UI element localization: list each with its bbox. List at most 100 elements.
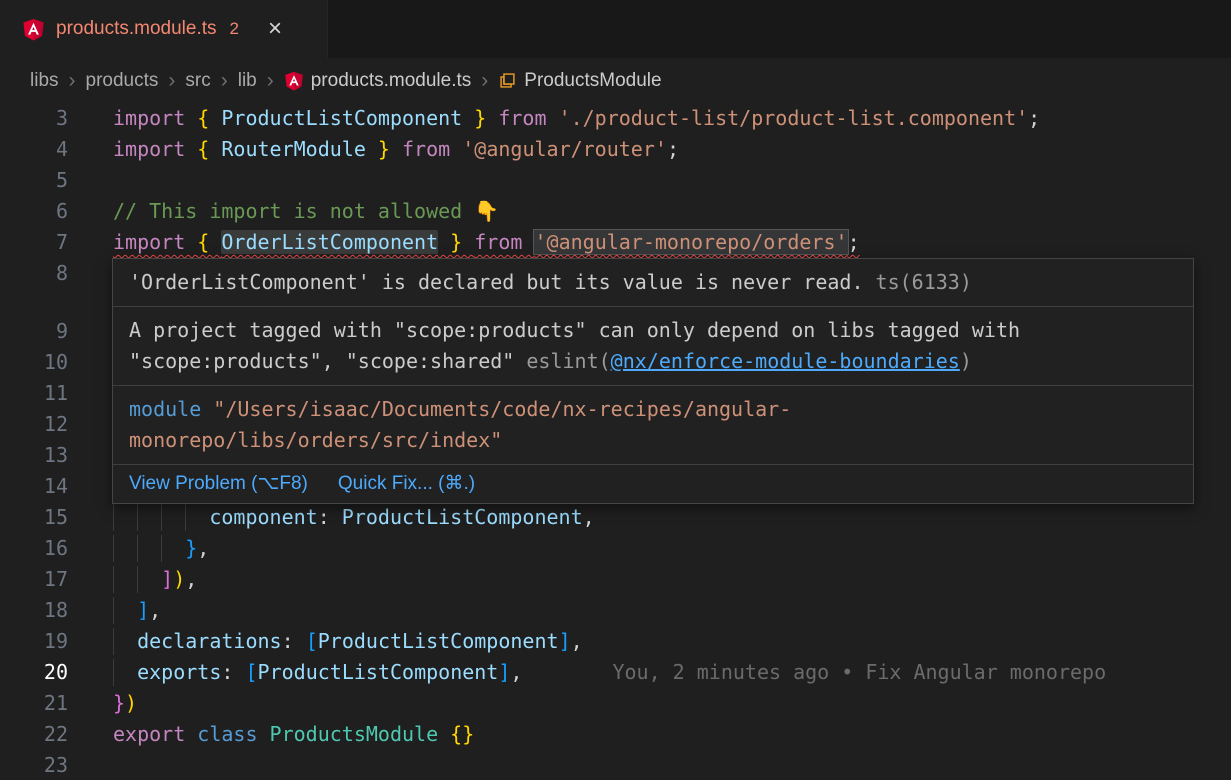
code-token: , <box>185 567 197 591</box>
code-token: declarations <box>137 629 282 653</box>
chevron-right-icon: › <box>480 69 489 93</box>
code-token: ; <box>848 230 860 254</box>
code-token: [ <box>306 629 318 653</box>
code-token: [ <box>245 660 257 684</box>
code-token: ] <box>498 660 510 684</box>
indent-guide <box>113 628 114 655</box>
hover-text: ) <box>960 349 972 373</box>
code-token: class <box>197 722 269 746</box>
line-number[interactable]: 23 <box>0 750 68 780</box>
quick-fix-action[interactable]: Quick Fix... (⌘.) <box>338 472 475 495</box>
hover-text: "/Users/isaac/Documents/code/nx-recipes/… <box>129 397 791 452</box>
code-token: , <box>149 598 161 622</box>
code-line[interactable]: ]), <box>113 564 1231 595</box>
code-token: exports <box>137 660 221 684</box>
code-token: ; <box>667 137 679 161</box>
indent-guide <box>161 504 162 531</box>
editor[interactable]: 34567 151617181920212223 8 91011121314 impo… <box>0 103 1231 780</box>
code-line[interactable]: ], <box>113 595 1231 626</box>
breadcrumb-item-lib[interactable]: lib <box>238 70 257 92</box>
code-token: } <box>185 536 197 560</box>
code-line[interactable]: component: ProductListComponent, <box>113 502 1231 533</box>
code-token: : <box>282 629 306 653</box>
close-tab-icon[interactable]: × <box>268 17 282 41</box>
code-token: ProductListComponent <box>221 106 462 130</box>
hover-section-diagnostic-eslint: A project tagged with "scope:products" c… <box>113 307 1193 386</box>
code-token: {} <box>450 722 474 746</box>
hover-text: ts(6133) <box>864 270 972 294</box>
line-number[interactable]: 20 <box>0 657 68 688</box>
line-number[interactable]: 4 <box>0 134 68 165</box>
code-line[interactable]: import { RouterModule } from '@angular/r… <box>113 134 1231 165</box>
line-number[interactable]: 13 <box>0 440 68 471</box>
hover-popup: 'OrderListComponent' is declared but its… <box>112 258 1194 504</box>
code-token: '@angular-monorepo/orders' <box>534 230 847 254</box>
code-token: '@angular/router' <box>462 137 667 161</box>
code-token: export <box>113 722 197 746</box>
code-line[interactable]: }, <box>113 533 1231 564</box>
code-token: from <box>402 137 462 161</box>
angular-icon <box>284 71 304 91</box>
eslint-rule-link[interactable]: @nx/enforce-module-boundaries <box>611 349 960 373</box>
indent-guide <box>113 504 114 531</box>
line-number[interactable]: 9 <box>0 316 68 347</box>
breadcrumb-file-label: products.module.ts <box>311 70 472 92</box>
code-line[interactable]: exports: [ProductListComponent],You, 2 m… <box>113 657 1231 688</box>
tab-products-module[interactable]: products.module.ts 2 × <box>0 0 328 58</box>
line-number[interactable]: 10 <box>0 347 68 378</box>
line-number[interactable]: 15 <box>0 502 68 533</box>
code-token: ProductListComponent <box>258 660 499 684</box>
code-token: ProductsModule <box>270 722 451 746</box>
code-line[interactable]: }) <box>113 688 1231 719</box>
code-line[interactable]: declarations: [ProductListComponent], <box>113 626 1231 657</box>
code-token: OrderListComponent <box>221 230 438 254</box>
line-number[interactable]: 3 <box>0 103 68 134</box>
line-number[interactable]: 17 <box>0 564 68 595</box>
breadcrumb-item-symbol[interactable]: ProductsModule <box>498 70 661 92</box>
indent-guide <box>113 566 114 593</box>
chevron-right-icon: › <box>220 69 229 93</box>
class-symbol-icon <box>498 71 517 90</box>
code-token: // This import is not allowed 👇 <box>113 199 499 223</box>
tab-filename: products.module.ts <box>56 18 217 40</box>
indent-guide <box>137 535 138 562</box>
code-token: { <box>197 106 221 130</box>
line-number[interactable]: 5 <box>0 165 68 196</box>
indent-spaces <box>113 536 185 560</box>
line-number[interactable]: 16 <box>0 533 68 564</box>
breadcrumb-item-libs[interactable]: libs <box>30 70 59 92</box>
line-number[interactable]: 19 <box>0 626 68 657</box>
line-number[interactable]: 12 <box>0 409 68 440</box>
breadcrumb-item-src[interactable]: src <box>185 70 210 92</box>
indent-guide <box>113 597 114 624</box>
code-token: ] <box>559 629 571 653</box>
code-token: ) <box>125 691 137 715</box>
line-number[interactable]: 21 <box>0 688 68 719</box>
line-number[interactable]: 11 <box>0 378 68 409</box>
code-line[interactable] <box>113 165 1231 196</box>
code-line[interactable]: import { ProductListComponent } from './… <box>113 103 1231 134</box>
code-line[interactable] <box>113 750 1231 780</box>
angular-icon <box>22 18 45 41</box>
indent-guide <box>113 535 114 562</box>
code-line[interactable]: import { OrderListComponent } from '@ang… <box>113 227 1231 258</box>
tab-problem-count-badge: 2 <box>230 19 239 39</box>
breadcrumb-item-file[interactable]: products.module.ts <box>284 70 472 92</box>
line-number[interactable]: 18 <box>0 595 68 626</box>
indent-guide <box>137 566 138 593</box>
line-number[interactable]: 6 <box>0 196 68 227</box>
hover-actions: View Problem (⌥F8) Quick Fix... (⌘.) <box>113 465 1193 503</box>
code-token: : <box>221 660 245 684</box>
line-number[interactable]: 8 <box>0 258 68 289</box>
breadcrumb-item-products[interactable]: products <box>86 70 159 92</box>
line-number[interactable]: 14 <box>0 471 68 502</box>
vscode-window: products.module.ts 2 × libs › products ›… <box>0 0 1231 780</box>
code-token: ProductListComponent <box>318 629 559 653</box>
line-number[interactable]: 7 <box>0 227 68 258</box>
code-line[interactable]: // This import is not allowed 👇 <box>113 196 1231 227</box>
view-problem-action[interactable]: View Problem (⌥F8) <box>129 472 308 495</box>
code-token: , <box>583 505 595 529</box>
code-line[interactable]: export class ProductsModule {} <box>113 719 1231 750</box>
line-number[interactable]: 22 <box>0 719 68 750</box>
code-token: RouterModule <box>221 137 366 161</box>
